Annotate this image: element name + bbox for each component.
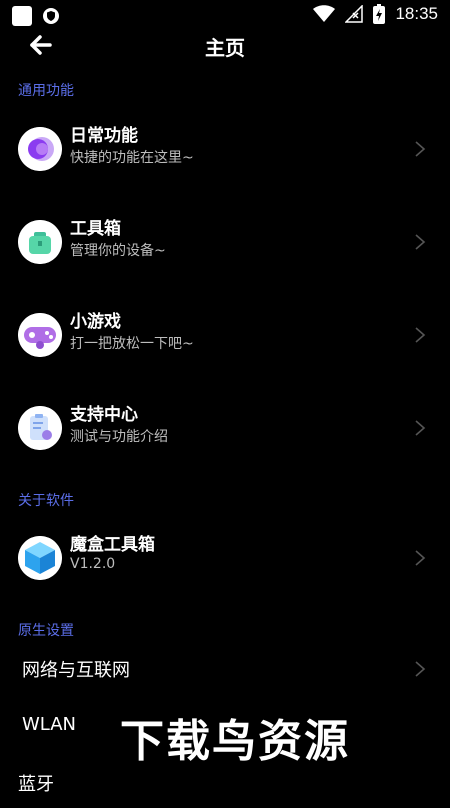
cube-icon xyxy=(18,536,62,580)
clipboard-icon xyxy=(18,406,62,450)
list-item-title: 小游戏 xyxy=(70,312,121,332)
list-item-title: 支持中心 xyxy=(70,405,138,425)
settings-item-label: WLAN xyxy=(22,714,77,735)
chevron-right-icon xyxy=(415,141,426,157)
chevron-right-icon xyxy=(415,327,426,343)
version-label: V1.2.0 xyxy=(70,556,116,572)
watermark: 下载鸟资源 xyxy=(120,716,350,767)
toolbox-icon xyxy=(18,220,62,264)
settings-item-label: 网络与互联网 xyxy=(22,660,130,681)
settings-item-network[interactable]: 网络与互联网 xyxy=(0,644,450,694)
clock: 18:35 xyxy=(395,4,438,23)
daily-functions-icon xyxy=(18,127,62,171)
signal-icon xyxy=(345,5,364,23)
back-button[interactable] xyxy=(26,30,56,60)
section-label-native: 原生设置 xyxy=(18,623,74,639)
list-item-subtitle: 管理你的设备~ xyxy=(70,243,166,259)
app-bar: 主页 xyxy=(0,28,450,62)
list-item-title: 工具箱 xyxy=(70,219,121,239)
list-item-minigame[interactable]: 小游戏 打一把放松一下吧~ xyxy=(0,295,450,375)
list-item-app-info[interactable]: 魔盒工具箱 V1.2.0 xyxy=(0,518,450,598)
arrow-left-icon xyxy=(30,35,52,55)
notification-icon xyxy=(12,6,32,26)
chevron-right-icon xyxy=(415,234,426,250)
list-item-title: 魔盒工具箱 xyxy=(70,535,155,555)
wifi-icon xyxy=(313,5,336,22)
battery-charging-icon xyxy=(373,4,386,24)
page-title: 主页 xyxy=(205,36,245,60)
list-item-subtitle: 测试与功能介绍 xyxy=(70,429,168,445)
list-item-subtitle: 快捷的功能在这里~ xyxy=(70,150,194,166)
list-item-toolbox[interactable]: 工具箱 管理你的设备~ xyxy=(0,202,450,282)
list-item-daily[interactable]: 日常功能 快捷的功能在这里~ xyxy=(0,109,450,189)
list-item-support[interactable]: 支持中心 测试与功能介绍 xyxy=(0,388,450,468)
chevron-right-icon xyxy=(415,420,426,436)
list-item-subtitle: 打一把放松一下吧~ xyxy=(70,336,194,352)
section-label-general: 通用功能 xyxy=(18,83,74,99)
chevron-right-icon xyxy=(415,550,426,566)
section-label-about: 关于软件 xyxy=(18,493,74,509)
shield-icon xyxy=(43,8,59,24)
gamepad-icon xyxy=(18,313,62,357)
list-item-title: 日常功能 xyxy=(70,126,138,146)
chevron-right-icon xyxy=(415,661,426,677)
settings-item-label: 蓝牙 xyxy=(18,774,54,795)
